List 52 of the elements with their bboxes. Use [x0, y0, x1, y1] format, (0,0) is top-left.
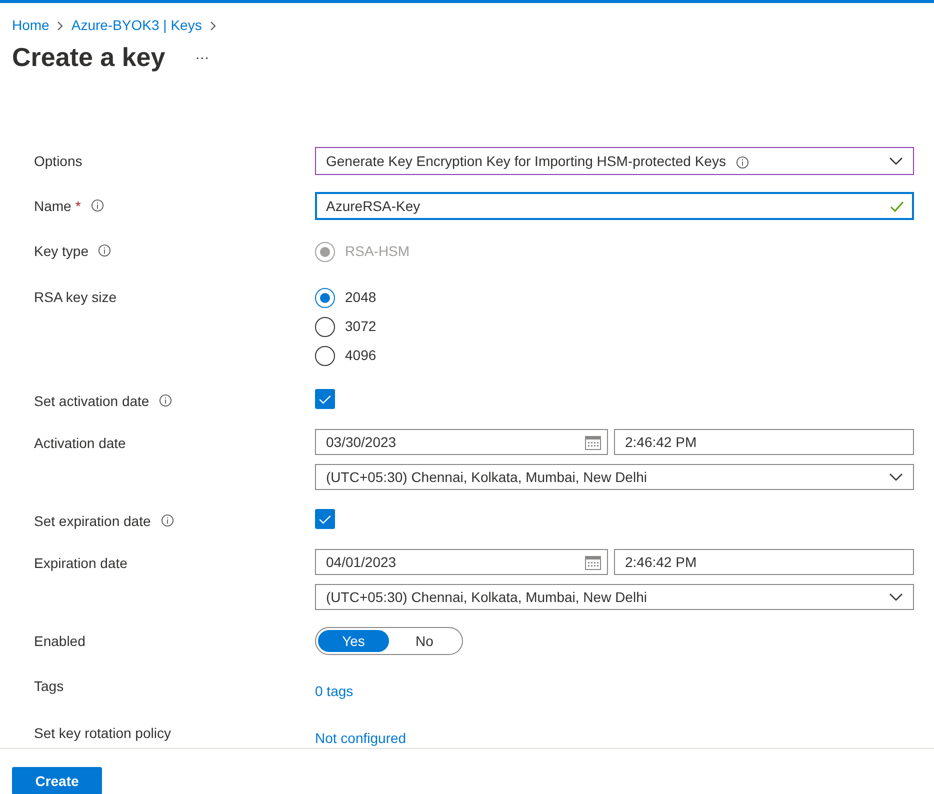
field-label: Set key rotation policy — [34, 724, 171, 744]
more-button[interactable]: ··· — [191, 47, 214, 68]
chevron-right-icon — [57, 20, 64, 30]
chevron-right-icon — [210, 20, 216, 30]
calendar-icon — [585, 554, 601, 570]
required-mark: * — [75, 197, 81, 216]
radio-button[interactable] — [315, 288, 335, 308]
field-label: Activation date — [34, 434, 126, 454]
radio-button[interactable] — [315, 316, 335, 337]
toggle-option[interactable]: Yes — [318, 630, 389, 652]
link[interactable]: Not configured — [315, 728, 406, 748]
date-value: 03/30/2023 — [326, 432, 396, 452]
radio-button[interactable] — [315, 346, 335, 366]
dropdown-value: Generate Key Encryption Key for Importing HSM-protected Keys — [326, 152, 726, 171]
timezone-dropdown[interactable]: (UTC+05:30) Chennai, Kolkata, Mumbai, New Delhi — [315, 464, 914, 490]
chevron-down-icon — [889, 472, 903, 482]
chevron-down-icon — [889, 592, 903, 602]
chevron-down-icon — [889, 156, 903, 166]
calendar-icon — [585, 434, 601, 450]
breadcrumb-link[interactable]: Azure-BYOK3 | Keys — [71, 15, 202, 36]
field-label: Set expiration date — [34, 512, 151, 532]
field-label: Name — [34, 197, 72, 216]
create-button[interactable]: Create — [12, 767, 102, 794]
checkbox[interactable] — [315, 389, 335, 410]
field-label: Set activation date — [34, 392, 150, 412]
dropdown-value: (UTC+05:30) Chennai, Kolkata, Mumbai, New Delhi — [326, 588, 647, 607]
date-field[interactable]: 03/30/2023 — [315, 429, 608, 456]
toggle-option[interactable]: No — [389, 630, 460, 652]
radio-label: RSA-HSM — [345, 242, 410, 262]
field-label: Expiration date — [34, 554, 128, 574]
time-field[interactable]: 2:46:42 PM — [614, 549, 914, 576]
timezone-dropdown[interactable]: (UTC+05:30) Chennai, Kolkata, Mumbai, New Delhi — [315, 584, 914, 610]
dropdown-value: (UTC+05:30) Chennai, Kolkata, Mumbai, New Delhi — [326, 468, 647, 487]
date-field[interactable]: 04/01/2023 — [315, 549, 608, 576]
field-label: Tags — [34, 677, 64, 696]
date-value: 04/01/2023 — [326, 552, 396, 572]
field-label: Key type — [34, 242, 88, 262]
link[interactable]: 0 tags — [315, 681, 354, 702]
field-label: Enabled — [34, 632, 86, 652]
checkbox[interactable] — [315, 509, 335, 530]
radio-label: 2048 — [345, 288, 376, 308]
page-title: Create a key — [12, 42, 166, 74]
field-label: Options — [34, 152, 82, 172]
checkmark-icon — [318, 514, 332, 524]
time-field[interactable]: 2:46:42 PM — [614, 429, 914, 456]
breadcrumb-link[interactable]: Home — [12, 15, 50, 36]
dropdown[interactable]: Generate Key Encryption Key for Importing HSM-protected Keys — [315, 147, 914, 176]
text-field[interactable]: AzureRSA-Key — [315, 192, 914, 220]
field-label: RSA key size — [34, 288, 116, 308]
radio-label: 4096 — [345, 346, 376, 366]
radio-label: 3072 — [345, 317, 376, 336]
checkmark-icon — [318, 394, 332, 404]
